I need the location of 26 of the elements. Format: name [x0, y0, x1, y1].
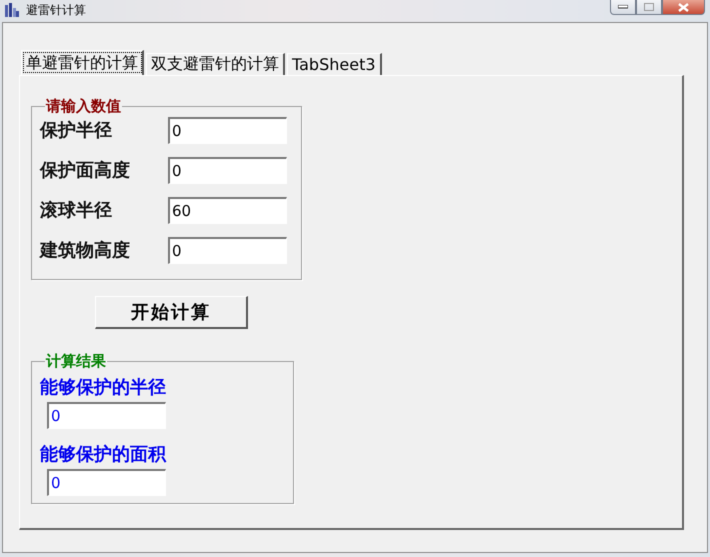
result-field[interactable]: 0: [47, 469, 166, 496]
field-label: 保护半径: [40, 119, 113, 142]
minimize-icon: [618, 5, 628, 9]
tab[interactable]: 单避雷针的计算: [21, 50, 144, 75]
minimize-button[interactable]: [610, 0, 636, 15]
group-title: 计算结果: [45, 352, 107, 371]
result-field[interactable]: 0: [47, 402, 166, 429]
input-field[interactable]: 0: [168, 116, 287, 144]
input-field[interactable]: 0: [168, 156, 287, 184]
maximize-button[interactable]: [636, 0, 662, 15]
input-field[interactable]: 0: [168, 236, 287, 264]
field-label: 建筑物高度: [40, 239, 131, 262]
group-title: 请输入数值: [45, 97, 122, 116]
field-label: 滚球半径: [40, 199, 113, 222]
close-icon: [678, 2, 689, 12]
window-title: 避雷针计算: [26, 2, 87, 18]
start-button[interactable]: 开始计算: [95, 296, 248, 329]
result-label: 能够保护的半径: [40, 376, 167, 399]
app-icon: [4, 2, 20, 18]
tab[interactable]: TabSheet3: [287, 53, 382, 75]
input-field[interactable]: 60: [168, 196, 287, 224]
field-label: 保护面高度: [40, 159, 131, 182]
maximize-icon: [644, 3, 654, 11]
tab[interactable]: 双支避雷针的计算: [146, 53, 285, 75]
result-label: 能够保护的面积: [40, 443, 168, 466]
close-button[interactable]: [662, 0, 705, 15]
